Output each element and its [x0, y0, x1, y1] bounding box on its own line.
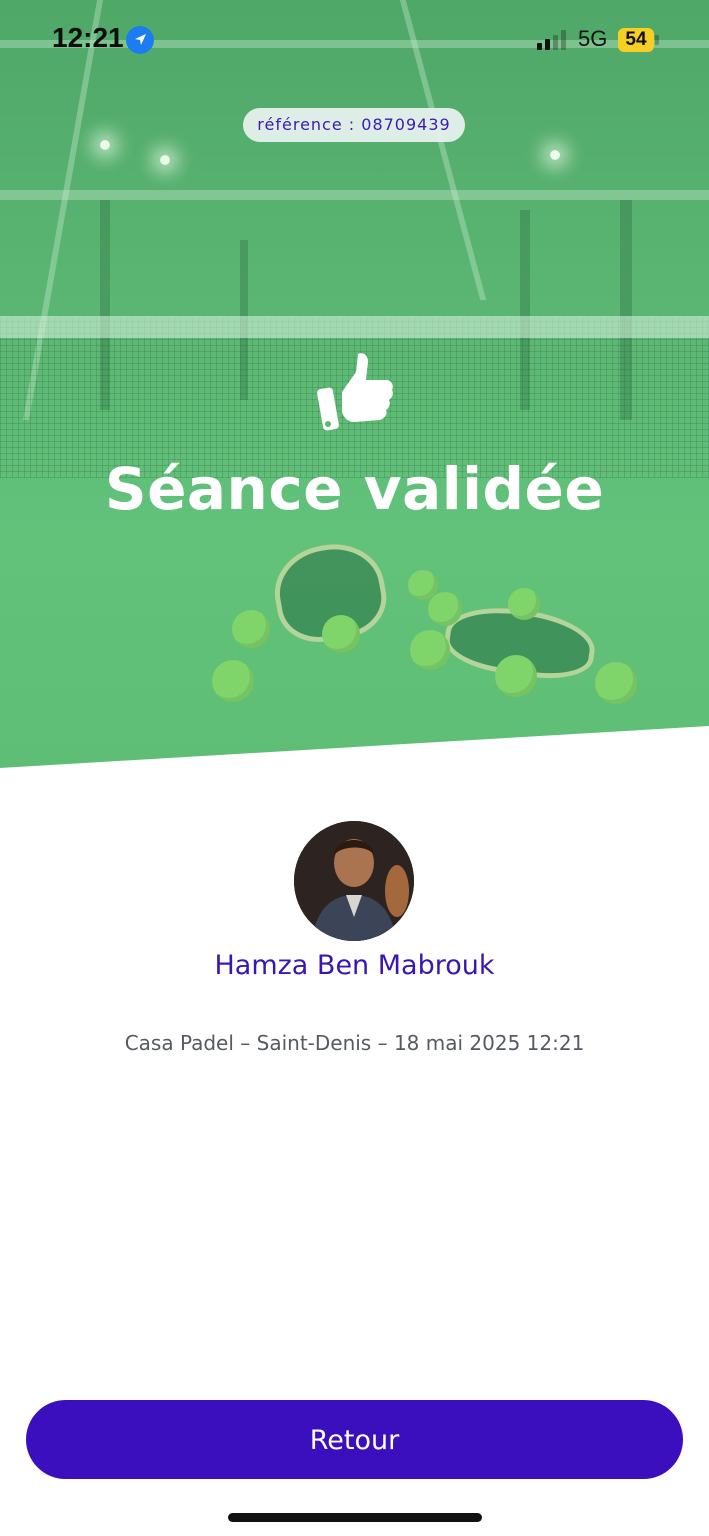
court-net-band	[0, 316, 709, 338]
padel-ball	[232, 610, 270, 648]
status-time: 12:21	[52, 22, 124, 53]
padel-ball	[508, 588, 540, 620]
padel-ball	[410, 630, 450, 670]
battery-level: 54	[625, 29, 647, 50]
ceiling-light	[100, 140, 110, 150]
thumbs-up-icon	[316, 350, 396, 434]
reference-badge: référence : 08709439	[243, 108, 465, 142]
status-bar: 12:21 5G 54	[0, 0, 709, 80]
battery-icon: 54	[618, 28, 654, 52]
page-title: Séance validée	[104, 455, 605, 523]
home-indicator[interactable]	[228, 1513, 482, 1522]
padel-ball	[428, 592, 462, 626]
network-type: 5G	[578, 26, 608, 51]
ceiling-light	[160, 155, 170, 165]
ceiling-beam	[0, 190, 709, 200]
padel-ball	[495, 655, 537, 697]
battery-tip	[655, 35, 659, 45]
back-button[interactable]: Retour	[26, 1400, 683, 1479]
padel-ball	[212, 660, 254, 702]
hero-banner: 12:21 5G 54 référence : 08709439 Séance …	[0, 0, 709, 768]
session-details: Casa Padel – Saint-Denis – 18 mai 2025 1…	[124, 1031, 585, 1055]
avatar	[294, 821, 414, 941]
padel-ball	[322, 615, 360, 653]
ceiling-light	[550, 150, 560, 160]
signal-icon	[537, 30, 573, 50]
padel-ball	[595, 662, 637, 704]
player-name: Hamza Ben Mabrouk	[214, 950, 495, 981]
location-arrow-icon	[126, 26, 154, 54]
